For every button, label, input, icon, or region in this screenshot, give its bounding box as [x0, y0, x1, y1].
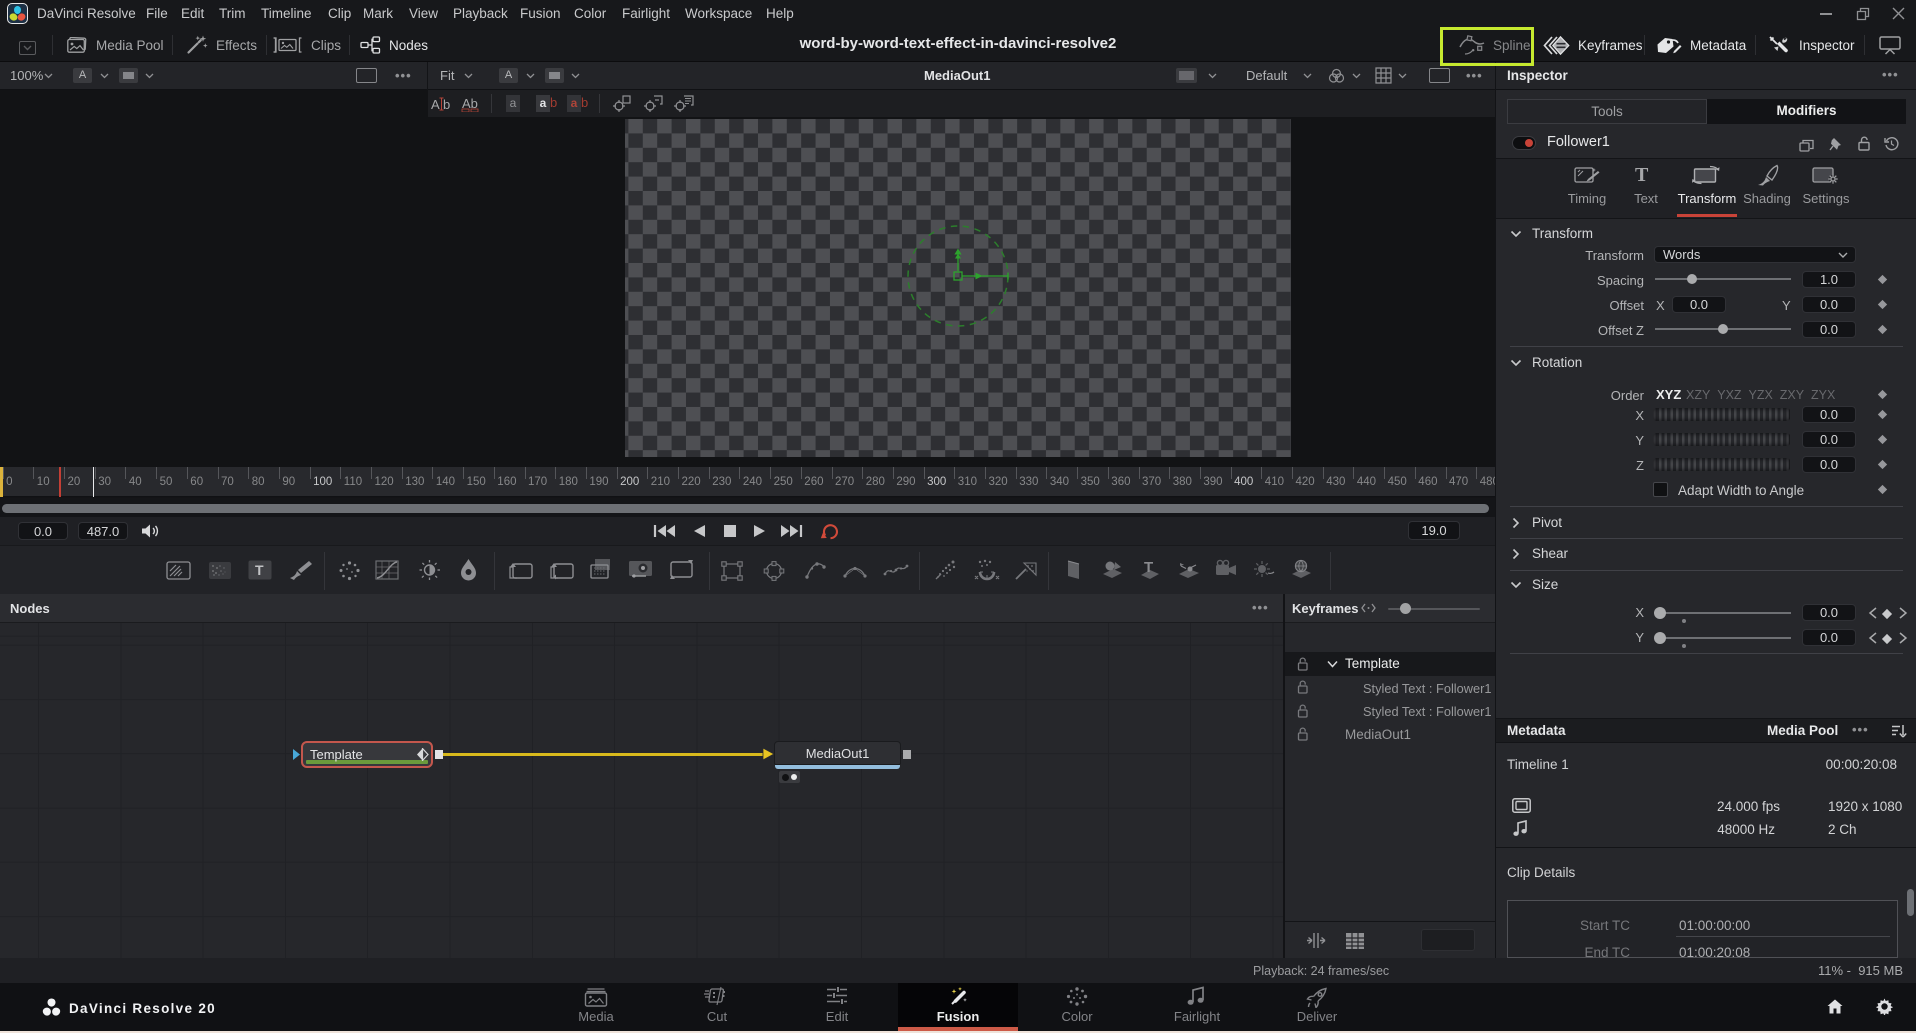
svg-text:T: T [1144, 559, 1153, 576]
svg-text:T: T [255, 562, 264, 578]
svg-text:b: b [443, 97, 450, 112]
svg-text:A: A [431, 97, 440, 112]
